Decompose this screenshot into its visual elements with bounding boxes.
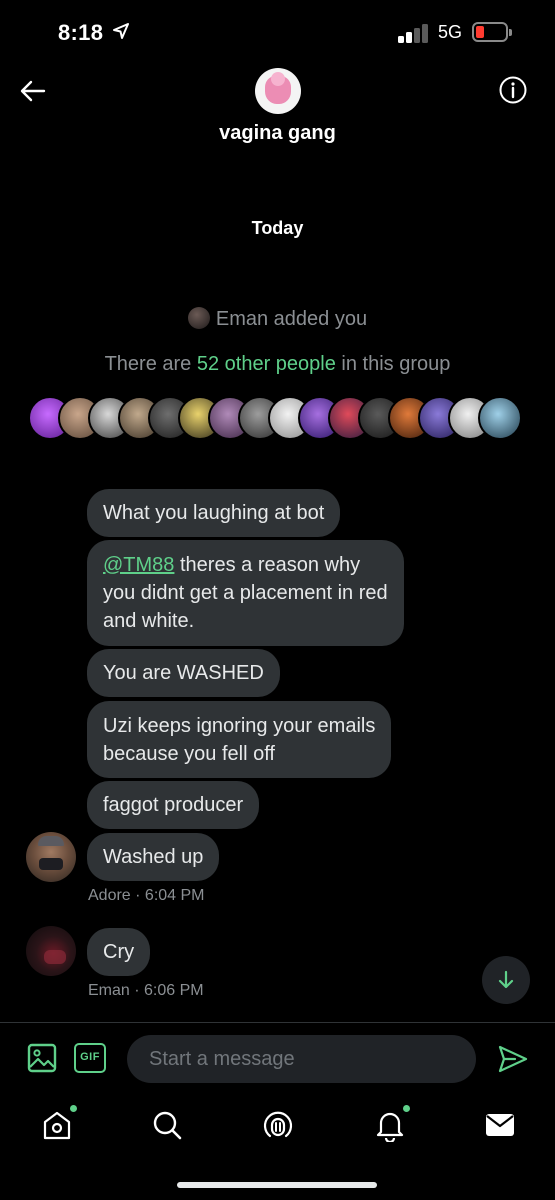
message-text: you didnt get a placement in red <box>103 582 388 604</box>
avatar[interactable] <box>26 926 76 976</box>
message-text: and white. <box>103 610 195 632</box>
message-composer: GIF Start a message <box>0 1022 555 1094</box>
messages-icon <box>486 1114 514 1136</box>
bottom-tab-bar <box>0 1094 555 1200</box>
sender-name: Eman <box>88 982 130 999</box>
send-icon[interactable] <box>497 1043 529 1075</box>
location-arrow-icon <box>113 23 129 39</box>
arrow-down-icon <box>498 970 514 989</box>
avatar[interactable] <box>26 832 76 882</box>
meta-separator: · <box>130 887 145 904</box>
added-event-text: Eman added you <box>215 308 368 330</box>
notification-dot <box>69 1104 78 1113</box>
notifications-icon <box>376 1112 404 1144</box>
message-meta: Adore · 6:04 PM <box>88 887 205 905</box>
message-bubble[interactable]: @TM88 theres a reason why you didnt get … <box>87 540 404 646</box>
status-time: 8:18 <box>58 20 104 45</box>
message-text: What you laughing at bot <box>103 502 325 524</box>
members-prefix: There are <box>104 353 197 375</box>
added-event: Eman added you <box>0 307 555 331</box>
message-text: Uzi keeps ignoring your emails <box>103 715 376 737</box>
message-meta: Eman · 6:06 PM <box>88 982 204 1000</box>
image-icon[interactable] <box>27 1043 57 1073</box>
gif-icon[interactable]: GIF <box>74 1043 106 1073</box>
members-suffix: in this group <box>335 353 451 375</box>
network-type: 5G <box>438 22 463 42</box>
back-arrow-icon[interactable] <box>18 76 48 106</box>
avatar <box>187 307 210 329</box>
status-bar: 8:18 5G <box>0 0 555 66</box>
message-bubble[interactable]: faggot producer <box>87 781 260 829</box>
avatar <box>478 396 522 440</box>
date-separator: Today <box>251 218 304 238</box>
message-text: theres a reason why <box>174 554 361 576</box>
scroll-to-bottom-button[interactable] <box>482 956 530 1004</box>
search-icon <box>153 1111 182 1140</box>
tab-messages[interactable] <box>483 1108 517 1142</box>
message-bubble[interactable]: What you laughing at bot <box>87 489 341 537</box>
member-avatars[interactable] <box>28 396 522 442</box>
spaces-icon <box>263 1111 293 1138</box>
mention-link[interactable]: @TM88 <box>103 554 174 576</box>
message-time: 6:04 PM <box>144 887 205 904</box>
sender-name: Adore <box>88 887 131 904</box>
message-bubble[interactable]: You are WASHED <box>87 649 280 697</box>
message-text: You are WASHED <box>103 662 264 684</box>
message-bubble[interactable]: Washed up <box>87 833 220 881</box>
notification-dot <box>402 1104 411 1113</box>
tab-home[interactable] <box>40 1104 78 1142</box>
message-bubble[interactable]: Uzi keeps ignoring your emails because y… <box>87 701 392 778</box>
tab-search[interactable] <box>150 1108 184 1142</box>
home-indicator[interactable] <box>177 1182 377 1188</box>
members-link[interactable]: 52 other people <box>197 353 336 375</box>
group-name[interactable]: vagina gang <box>0 122 555 145</box>
message-text: because you fell off <box>103 743 275 765</box>
tab-notifications[interactable] <box>373 1104 411 1144</box>
message-input[interactable]: Start a message <box>127 1035 476 1083</box>
group-avatar[interactable] <box>255 68 301 114</box>
message-text: Washed up <box>103 846 204 868</box>
conversation-header: vagina gang <box>0 66 555 156</box>
meta-separator: · <box>129 982 145 999</box>
signal-icon <box>398 23 430 43</box>
info-icon[interactable] <box>498 75 528 105</box>
tab-spaces[interactable] <box>261 1108 295 1142</box>
home-icon <box>43 1111 71 1140</box>
message-bubble[interactable]: Cry <box>87 928 151 976</box>
battery-icon <box>472 22 512 42</box>
message-text: Cry <box>103 941 135 963</box>
message-time: 6:06 PM <box>144 982 204 999</box>
message-text: faggot producer <box>103 794 244 816</box>
members-count: There are 52 other people in this group <box>0 353 555 376</box>
